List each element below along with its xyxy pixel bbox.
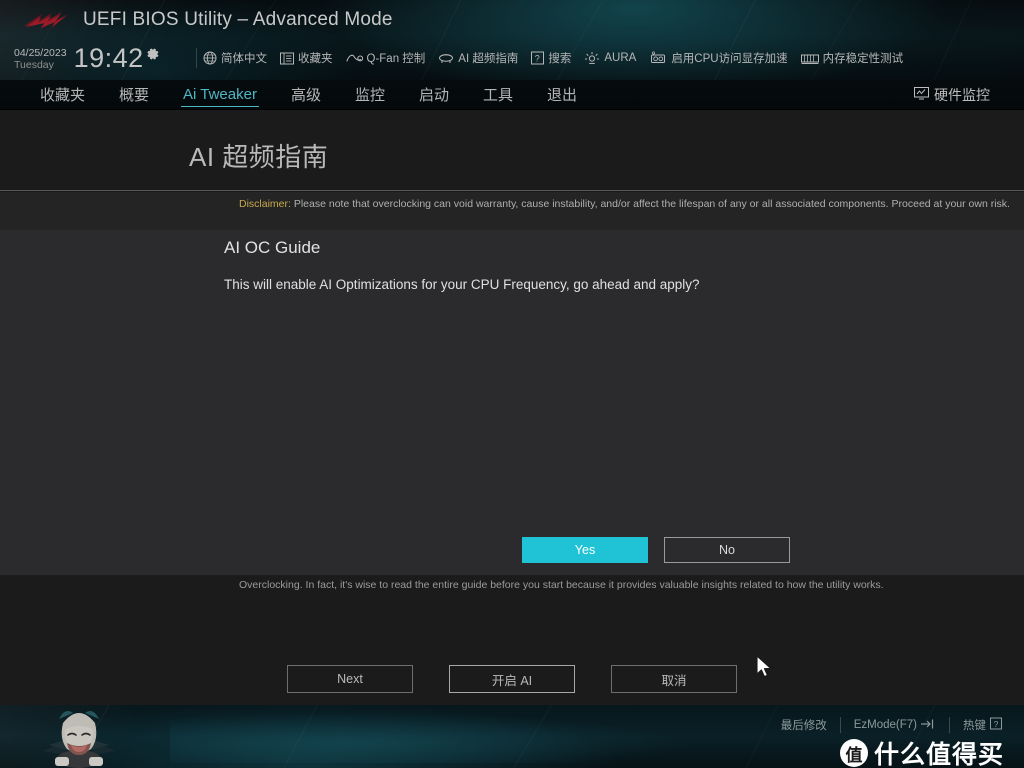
svg-text:?: ?: [994, 719, 999, 729]
toolbar-label: 搜索: [548, 53, 572, 65]
bios-screen: UEFI BIOS Utility – Advanced Mode 04/25/…: [0, 0, 1024, 768]
enable-ai-button[interactable]: 开启 AI: [449, 665, 575, 693]
ezmode-button[interactable]: EzMode(F7): [854, 718, 936, 733]
time-text: 19:42: [73, 43, 144, 73]
decor-streak: [917, 0, 981, 80]
dialog-title: AI OC Guide: [224, 238, 321, 257]
header-bar: UEFI BIOS Utility – Advanced Mode 04/25/…: [0, 0, 1024, 80]
disclaimer-body: Please note that overclocking can void w…: [290, 198, 1010, 210]
footer-button-row: Next 开启 AI 取消: [0, 663, 1024, 695]
disclaimer-text: Disclaimer: Please note that overclockin…: [239, 197, 1017, 212]
watermark-badge: 值: [839, 739, 868, 767]
hardware-monitor-label: 硬件监控: [934, 87, 990, 103]
toolbar-item-search[interactable]: ? 搜索: [531, 48, 571, 68]
dialog-button-row: Yes No: [522, 537, 790, 563]
status-divider: [839, 717, 841, 733]
weekday-text: Tuesday: [14, 59, 54, 71]
header-divider: [196, 48, 197, 68]
toolbar-label: 启用CPU访问显存加速: [671, 53, 788, 65]
main-content-area: AI OC Guide This will enable AI Optimiza…: [0, 230, 1024, 575]
hotkey-label: 热键: [963, 720, 986, 732]
decor-streak: [535, 0, 621, 80]
nav-item-monitor[interactable]: 监控: [355, 80, 385, 110]
ezmode-label: EzMode(F7): [853, 719, 917, 731]
nav-item-list: 收藏夹 概要 Ai Tweaker 高级 监控 启动 工具 退出: [40, 80, 611, 110]
decor-streak: [738, 705, 791, 768]
nav-item-ai-tweaker[interactable]: Ai Tweaker: [181, 80, 259, 110]
toolbar-item-gpu-accel[interactable]: 启用CPU访问显存加速: [649, 48, 788, 68]
main-nav-bar: 收藏夹 概要 Ai Tweaker 高级 监控 启动 工具 退出 硬件监控: [0, 80, 1024, 110]
toolbar-item-ai-oc-guide[interactable]: AI 超频指南: [438, 48, 518, 68]
cancel-button[interactable]: 取消: [611, 665, 737, 693]
watermark: 值 什么值得买: [839, 735, 1004, 768]
footer-help-text: Overclocking. In fact, it's wise to read…: [239, 579, 884, 591]
decor-glow: [170, 713, 690, 763]
hardware-monitor-button[interactable]: 硬件监控: [914, 80, 990, 110]
rog-logo-icon: [22, 9, 70, 35]
yes-button[interactable]: Yes: [522, 537, 648, 563]
date-time-display: 04/25/2023 Tuesday 19:42: [14, 45, 160, 72]
toolbar-item-aura[interactable]: AURA: [584, 48, 636, 68]
globe-icon: [203, 51, 217, 65]
gear-icon[interactable]: [146, 47, 160, 66]
dialog-message: This will enable AI Optimizations for yo…: [224, 277, 700, 292]
svg-text:?: ?: [535, 54, 540, 64]
app-title: UEFI BIOS Utility – Advanced Mode: [83, 9, 393, 30]
toolbar-label: AI 超频指南: [458, 53, 519, 65]
disclaimer-keyword: Disclaimer:: [239, 198, 291, 210]
toolbar-label: 收藏夹: [298, 53, 333, 65]
question-icon: ?: [531, 51, 545, 65]
bottom-status-items: 最后修改 EzMode(F7) 热键 ?: [781, 717, 1002, 733]
toolbar-label: Q-Fan 控制: [366, 53, 426, 65]
gpu-icon: [649, 51, 667, 65]
fan-icon: [345, 52, 363, 65]
no-button[interactable]: No: [664, 537, 790, 563]
aura-icon: [584, 51, 600, 65]
list-icon: [280, 52, 294, 65]
hotkey-button[interactable]: 热键 ?: [963, 717, 1002, 733]
footer-panel: Overclocking. In fact, it's wise to read…: [0, 575, 1024, 705]
toolbar-item-qfan[interactable]: Q-Fan 控制: [345, 48, 426, 68]
toolbar-item-memory-test[interactable]: 内存稳定性测试: [800, 48, 904, 68]
arrow-right-icon: [920, 718, 936, 733]
nav-item-main[interactable]: 概要: [119, 80, 149, 110]
question-icon: ?: [990, 717, 1002, 733]
status-divider: [949, 717, 950, 733]
page-title-band: AI 超频指南: [0, 111, 1024, 191]
decor-streak: [404, 0, 471, 80]
toolbar-label: AURA: [604, 52, 637, 64]
nav-item-exit[interactable]: 退出: [547, 80, 577, 110]
memory-icon: [800, 52, 819, 65]
decor-streak: [795, 0, 881, 80]
watermark-text: 什么值得买: [873, 741, 1004, 768]
disclaimer-band: Disclaimer: Please note that overclockin…: [0, 192, 1024, 230]
last-modified-button[interactable]: 最后修改: [781, 717, 827, 733]
header-toolbar: 简体中文 收藏夹 Q-Fan 控制 AI 超频指南 ? 搜索 AURA 启用CP…: [203, 48, 916, 68]
date-text: 04/25/2023: [14, 47, 67, 59]
nav-item-tool[interactable]: 工具: [483, 80, 513, 110]
toolbar-item-favorites[interactable]: 收藏夹: [280, 48, 333, 68]
nav-item-boot[interactable]: 启动: [419, 80, 449, 110]
monitor-icon: [914, 86, 929, 105]
next-button[interactable]: Next: [287, 665, 413, 693]
nav-item-favorites[interactable]: 收藏夹: [40, 80, 85, 110]
decor-streak: [696, 0, 761, 80]
toolbar-item-language[interactable]: 简体中文: [203, 48, 267, 68]
page-title: AI 超频指南: [189, 142, 329, 172]
toolbar-label: 内存稳定性测试: [822, 53, 904, 65]
toolbar-label: 简体中文: [221, 53, 267, 65]
ai-chip-icon: [438, 51, 454, 65]
anime-mascot-icon: [25, 705, 133, 768]
last-modified-label: 最后修改: [780, 720, 827, 732]
nav-item-advanced[interactable]: 高级: [291, 80, 321, 110]
bottom-status-bar: Version 2.22.1286 Copyright (C) 2023 AMI…: [0, 705, 1024, 768]
